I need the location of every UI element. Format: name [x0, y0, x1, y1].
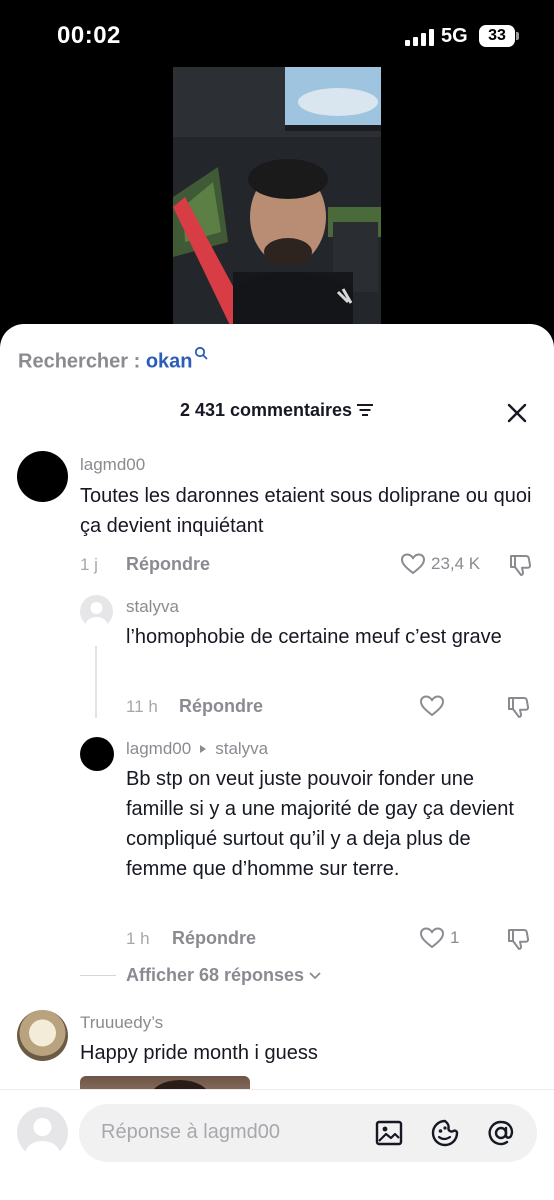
comment-text[interactable]: Bb stp on veut juste pouvoir fonder une … — [126, 764, 528, 884]
avatar[interactable] — [80, 595, 113, 628]
reply-to-username[interactable]: stalyva — [215, 739, 268, 759]
search-suggestion[interactable]: Rechercher : okan — [18, 346, 208, 374]
close-icon[interactable] — [505, 401, 529, 425]
divider — [80, 975, 116, 976]
battery-icon: 33 — [479, 25, 515, 47]
avatar[interactable] — [80, 737, 114, 771]
reply-input[interactable]: Réponse à lagmd00 — [79, 1104, 537, 1162]
reply-button[interactable]: Répondre — [179, 696, 263, 717]
avatar[interactable] — [17, 1107, 68, 1158]
like-count: 1 — [450, 928, 460, 947]
battery-tip — [516, 32, 519, 40]
comment-composer: Réponse à lagmd00 — [0, 1089, 554, 1200]
comment-time: 1 j — [80, 555, 98, 574]
dislike-icon[interactable] — [507, 552, 533, 578]
show-more-label[interactable]: Afficher 68 réponses — [126, 965, 304, 986]
search-prefix: Rechercher : — [18, 350, 146, 373]
reply-header[interactable]: lagmd00 stalyva — [126, 739, 268, 759]
comment-text[interactable]: Toutes les daronnes etaient sous dolipra… — [80, 481, 540, 541]
reply-button[interactable]: Répondre — [172, 928, 256, 949]
comment-count-header: 2 431 commentaires — [0, 400, 554, 422]
show-more-replies[interactable]: Afficher 68 réponses — [80, 965, 322, 986]
emoji-icon[interactable] — [429, 1117, 461, 1149]
like-button[interactable]: 1 — [419, 926, 459, 950]
status-bar: 00:02 5G 33 — [0, 0, 554, 72]
heart-icon — [400, 553, 426, 575]
avatar[interactable] — [17, 451, 68, 502]
comment-text[interactable]: l’homophobie de certaine meuf c’est grav… — [126, 622, 526, 652]
reply-arrow-icon — [200, 745, 207, 753]
dislike-icon[interactable] — [505, 926, 531, 952]
like-count: 23,4 K — [431, 554, 481, 573]
avatar[interactable] — [17, 1010, 68, 1061]
signal-icon — [405, 28, 435, 46]
thread-line — [95, 646, 97, 718]
reply-input-placeholder: Réponse à lagmd00 — [101, 1121, 281, 1143]
dislike-icon[interactable] — [505, 694, 531, 720]
video-frame — [173, 67, 381, 342]
chevron-down-icon — [309, 971, 321, 979]
like-button[interactable]: 23,4 K — [400, 552, 480, 576]
comment-username[interactable]: Truuuedy’s — [80, 1013, 163, 1033]
comment-text[interactable]: Happy pride month i guess — [80, 1038, 540, 1068]
comment-username[interactable]: stalyva — [126, 597, 179, 617]
network-type: 5G — [441, 25, 468, 47]
comment-time: 1 h — [126, 929, 150, 948]
comment-username[interactable]: lagmd00 — [126, 739, 191, 759]
search-term[interactable]: okan — [146, 351, 193, 373]
video-preview[interactable] — [173, 67, 381, 342]
comment-username[interactable]: lagmd00 — [80, 455, 145, 475]
comment-time: 11 h — [126, 697, 158, 716]
heart-icon — [419, 695, 445, 717]
image-icon[interactable] — [373, 1117, 405, 1149]
like-button[interactable] — [419, 694, 450, 718]
comments-sheet: Rechercher : okan 2 431 commentaires lag… — [0, 324, 554, 1200]
search-icon — [194, 346, 207, 360]
heart-icon — [419, 927, 445, 949]
at-icon[interactable] — [485, 1117, 517, 1149]
status-time: 00:02 — [57, 22, 121, 49]
filter-icon[interactable] — [356, 401, 374, 422]
comment-count: 2 431 commentaires — [179, 400, 353, 420]
reply-button[interactable]: Répondre — [126, 554, 210, 575]
